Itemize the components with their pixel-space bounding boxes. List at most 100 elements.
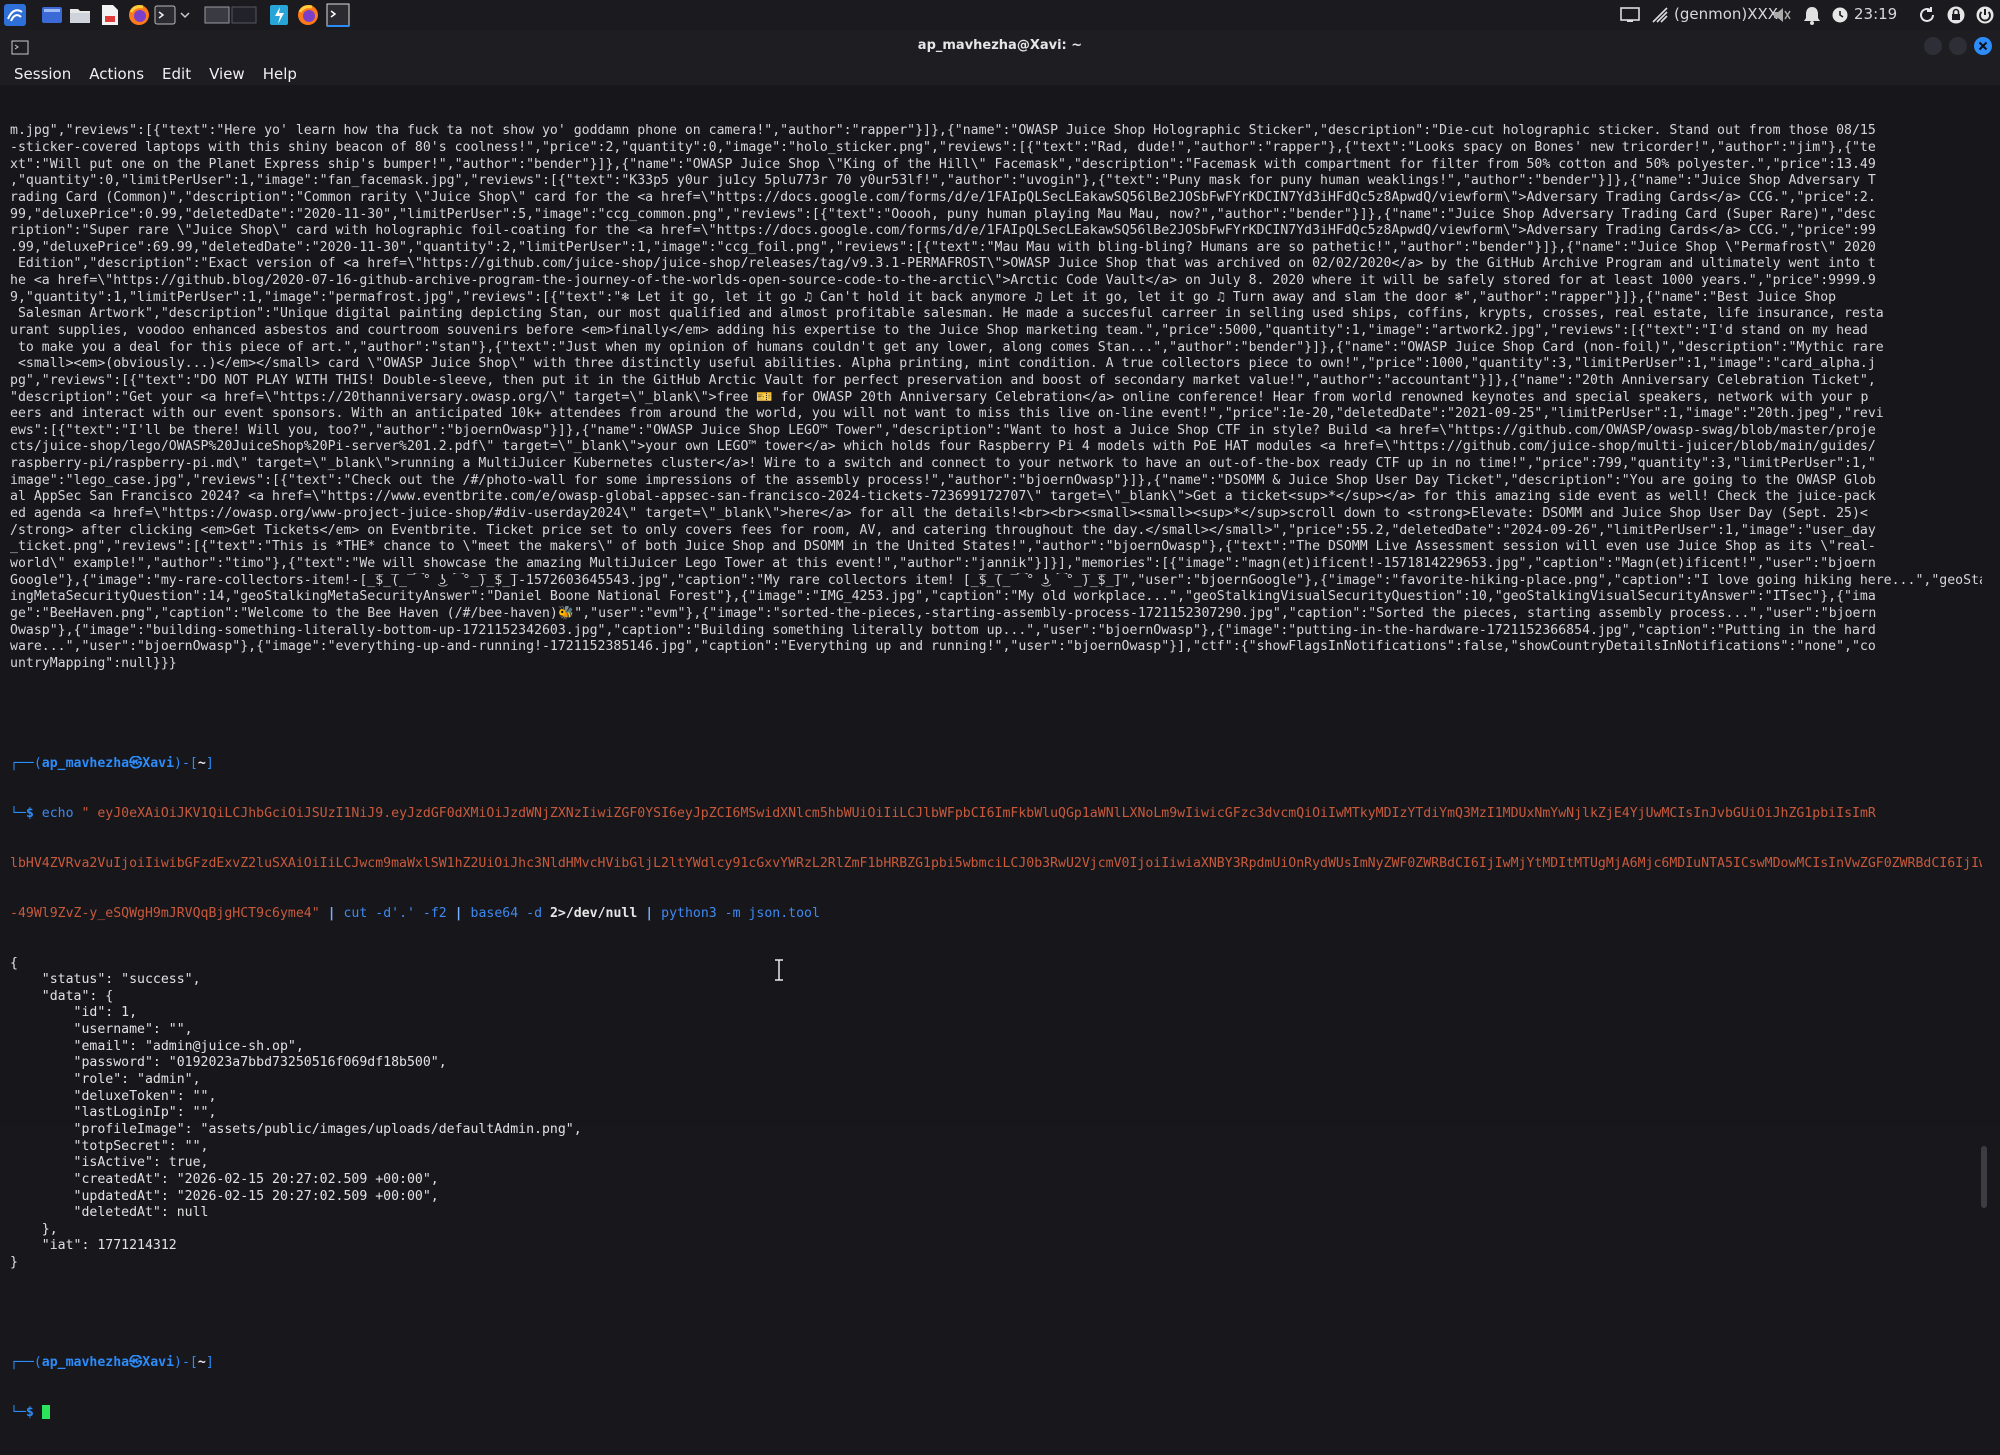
output-line: _ticket.png","reviews":[{"text":"This is… [10, 539, 1876, 555]
output-line: pg","reviews":[{"text":"DO NOT PLAY WITH… [10, 372, 1876, 388]
output-line: xt":"Will put one on the Planet Express … [10, 156, 1876, 172]
output-line: ge":"BeeHaven.png","caption":"Welcome to… [10, 605, 1877, 621]
output-line: Edition","description":"Exact version of… [10, 256, 1876, 272]
output-line: cts/juice-shop/lego/OWASP%20JuiceShop%20… [10, 439, 1876, 455]
menu-view[interactable]: View [209, 65, 245, 83]
json-line: "updatedAt": "2026-02-15 20:27:02.509 +0… [10, 1188, 439, 1204]
json-line: "lastLoginIp": "", [10, 1105, 217, 1121]
output-line: al AppSec San Francisco 2024? <a href=\"… [10, 489, 1876, 505]
clock-icon [1830, 3, 1850, 27]
output-line: .99,"deluxePrice":69.99,"deletedDate":"2… [10, 239, 1876, 255]
json-line: "iat": 1771214312 [10, 1238, 177, 1254]
firefox-icon[interactable] [296, 3, 320, 27]
window-titlebar[interactable]: ap_mavhezha@Xavi: ~ [0, 30, 2000, 63]
json-line: "email": "admin@juice-sh.op", [10, 1038, 304, 1054]
output-line: 99,"deluxePrice":0.99,"deletedDate":"202… [10, 206, 1876, 222]
text-editor-icon[interactable] [98, 3, 122, 27]
output-line: raspberry-pi/raspberry-pi.md\" target=\"… [10, 456, 1876, 472]
window-title: ap_mavhezha@Xavi: ~ [917, 38, 1083, 53]
minimize-button[interactable] [1924, 37, 1942, 55]
json-line: "deluxeToken": "", [10, 1088, 217, 1104]
command-pipeline-line: -49Wl9ZvZ-y_eSQWgH9mJRVQqBjgHCT9c6yme4" … [10, 905, 820, 921]
menu-help[interactable]: Help [263, 65, 297, 83]
json-line: "data": { [10, 988, 114, 1004]
output-line: <small><em>(obviously...)</em></small> c… [10, 356, 1876, 372]
mute-icon[interactable] [1771, 3, 1793, 27]
json-line: "id": 1, [10, 1005, 138, 1021]
output-line: Salesman Artwork","description":"Unique … [10, 306, 1884, 322]
refresh-icon[interactable] [1916, 3, 1938, 27]
output-line: eers and interact with our event sponsor… [10, 406, 1884, 422]
output-line: Owasp"},{"image":"building-something-lit… [10, 622, 1876, 638]
output-line: /strong> after clicking <em>Get Tickets<… [10, 522, 1876, 538]
text-cursor-icon [775, 959, 783, 981]
json-line: "totpSecret": "", [10, 1138, 209, 1154]
top-panel: (genmon)XXX 23:19 [0, 0, 2000, 31]
output-line: image":"lego_case.jpg","reviews":[{"text… [10, 472, 1876, 488]
genmon-text: (genmon)XXX [1674, 5, 1779, 23]
output-line: ed agenda <a href=\"https://owasp.org/ww… [10, 506, 1868, 522]
menu-edit[interactable]: Edit [162, 65, 191, 83]
workspace-icon[interactable] [40, 3, 64, 27]
prompt-line-1: ┌──(ap_mavhezha㉿Xavi)-[~] [10, 755, 214, 771]
output-line: ription":"Super rare \"Juice Shop\" card… [10, 223, 1876, 239]
terminal-icon[interactable] [154, 3, 194, 27]
output-line: urant supplies, voodoo enhanced asbestos… [10, 323, 1868, 338]
output-line: ,"quantity":0,"limitPerUser":1,"image":"… [10, 173, 1876, 189]
output-line: Google"},{"image":"my-rare-collectors-it… [10, 572, 1982, 588]
command-line: └─$ echo " eyJ0eXAiOiJKV1QiLCJhbGciOiJSU… [10, 805, 1876, 821]
prompt-line-1: ┌──(ap_mavhezha㉿Xavi)-[~] [10, 1354, 214, 1370]
clock-text[interactable]: 23:19 [1854, 5, 1897, 23]
output-line: 9,"quantity":1,"limitPerUser":1,"image":… [10, 289, 1837, 305]
previous-output: m.jpg","reviews":[{"text":"Here yo' lear… [10, 123, 1982, 672]
output-line: "description":"Get your <a href=\"https:… [10, 389, 1869, 405]
output-line: world\" example!","author":"timo"},{"tex… [10, 555, 1876, 571]
bell-icon[interactable] [1801, 3, 1823, 27]
kali-menu-icon[interactable] [2, 3, 28, 27]
terminal-text[interactable]: m.jpg","reviews":[{"text":"Here yo' lear… [10, 90, 1982, 1455]
file-manager-icon[interactable] [68, 3, 92, 27]
command-token-line: lbHV4ZVRva2VuIjoiIiwibGFzdExvZ2luSXAiOiI… [10, 855, 1982, 871]
json-line: "createdAt": "2026-02-15 20:27:02.509 +0… [10, 1171, 439, 1187]
output-line: ews":[{"text":"I'll be there! Will you, … [10, 422, 1876, 438]
json-line: "username": "", [10, 1022, 193, 1038]
output-line: rading Card (Common)","description":"Com… [10, 189, 1876, 205]
json-line: "password": "0192023a7bbd73250516f069df1… [10, 1055, 447, 1071]
terminal-cursor [41, 1404, 50, 1419]
window-preview-icon[interactable] [204, 3, 230, 27]
power-icon[interactable] [1974, 3, 1996, 27]
json-line: }, [10, 1221, 58, 1237]
window-preview-icon[interactable] [230, 3, 258, 27]
decoded-json-output: { "status": "success", "data": { "id": 1… [10, 956, 1982, 1272]
terminal-scrollbar[interactable] [1981, 1146, 1987, 1208]
terminal-active-icon[interactable] [325, 3, 351, 27]
signal-icon [1650, 3, 1670, 27]
burp-icon[interactable] [268, 3, 290, 27]
output-line: ingMetaSecurityQuestion":14,"geoStalking… [10, 589, 1876, 605]
close-button[interactable] [1974, 37, 1992, 55]
output-line: he <a href=\"https://github.blog/2020-07… [10, 273, 1876, 289]
lock-icon[interactable] [1945, 3, 1967, 27]
output-line: m.jpg","reviews":[{"text":"Here yo' lear… [10, 123, 1876, 139]
menu-bar: Session Actions Edit View Help [0, 63, 2000, 85]
menu-session[interactable]: Session [14, 65, 71, 83]
firefox-icon[interactable] [127, 3, 151, 27]
display-icon[interactable] [1618, 3, 1642, 27]
maximize-button[interactable] [1949, 37, 1967, 55]
menu-actions[interactable]: Actions [89, 65, 144, 83]
json-line: "deletedAt": null [10, 1205, 209, 1221]
terminal-area[interactable]: m.jpg","reviews":[{"text":"Here yo' lear… [0, 87, 2000, 1420]
json-line: "isActive": true, [10, 1155, 209, 1171]
json-line: "status": "success", [10, 972, 201, 988]
output-line: ware...","user":"bjoernOwasp"},{"image":… [10, 639, 1876, 655]
output-line: -sticker-covered laptops with this shiny… [10, 139, 1876, 155]
output-line: to make you a deal for this piece of art… [10, 339, 1884, 355]
active-prompt-line[interactable]: └─$ [10, 1404, 1982, 1422]
output-line: untryMapping":null}}} [10, 655, 177, 671]
json-line: "role": "admin", [10, 1072, 201, 1088]
json-line: } [10, 1255, 18, 1271]
json-line: "profileImage": "assets/public/images/up… [10, 1121, 582, 1137]
json-line: { [10, 955, 18, 971]
